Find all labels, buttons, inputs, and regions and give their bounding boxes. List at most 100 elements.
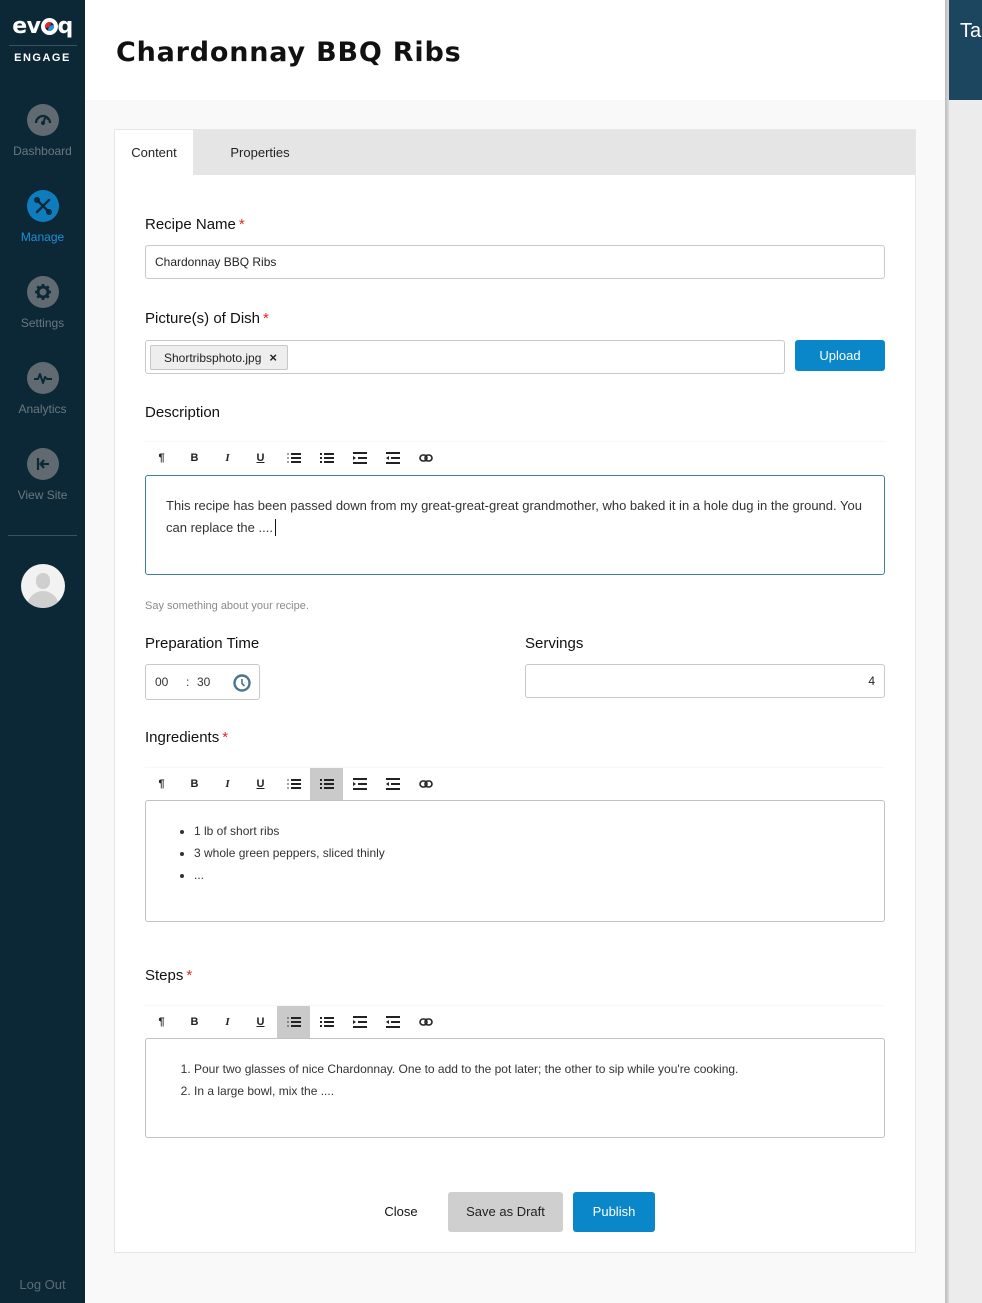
outdent-icon[interactable] xyxy=(376,768,409,800)
outdent-icon[interactable] xyxy=(376,442,409,474)
steps-label-text: Steps xyxy=(145,967,184,984)
steps-list: Pour two glasses of nice Chardonnay. One… xyxy=(166,1058,864,1102)
link-icon[interactable] xyxy=(409,768,442,800)
list-item: 1 lb of short ribs xyxy=(194,820,864,842)
bold-icon[interactable]: B xyxy=(178,1006,211,1038)
user-avatar-icon[interactable] xyxy=(21,564,65,608)
right-panel-header: Ta xyxy=(949,0,982,100)
tab-properties[interactable]: Properties xyxy=(215,130,305,175)
ingredients-toolbar: ¶ B I U xyxy=(145,768,885,800)
italic-icon[interactable]: I xyxy=(211,768,244,800)
bullet-list-icon[interactable] xyxy=(310,1006,343,1038)
sidebar-item-view-site[interactable]: View Site xyxy=(0,448,85,502)
sidebar-item-label: View Site xyxy=(17,488,68,502)
indent-icon[interactable] xyxy=(343,1006,376,1038)
tab-content[interactable]: Content xyxy=(115,130,193,175)
pictures-label: Picture(s) of Dish * xyxy=(145,310,269,327)
underline-icon[interactable]: U xyxy=(244,768,277,800)
prep-time-minutes[interactable]: 30 xyxy=(197,675,210,689)
ordered-list-icon[interactable] xyxy=(277,768,310,800)
gear-icon xyxy=(26,276,59,308)
logo-divider xyxy=(8,45,77,46)
description-help-text: Say something about your recipe. xyxy=(145,600,309,612)
indent-icon[interactable] xyxy=(343,768,376,800)
sidebar-item-label: Manage xyxy=(20,230,65,244)
servings-input[interactable]: 4 xyxy=(525,664,885,698)
pictures-input[interactable]: Shortribsphoto.jpg × xyxy=(145,340,785,374)
edit-form-card: Content Properties Recipe Name * Chardonn… xyxy=(114,129,916,1253)
clock-icon[interactable] xyxy=(232,673,252,693)
servings-label: Servings xyxy=(525,635,584,652)
pictures-label-text: Picture(s) of Dish xyxy=(145,310,261,327)
outdent-icon[interactable] xyxy=(376,1006,409,1038)
close-icon[interactable]: × xyxy=(269,350,277,365)
ingredients-list: 1 lb of short ribs 3 whole green peppers… xyxy=(166,820,864,886)
ordered-list-icon[interactable] xyxy=(277,1006,310,1038)
required-marker: * xyxy=(238,216,245,233)
evoq-logo[interactable]: ev q ENGAGE xyxy=(0,16,85,64)
ingredients-editor[interactable]: 1 lb of short ribs 3 whole green peppers… xyxy=(145,800,885,922)
required-marker: * xyxy=(263,310,269,327)
required-marker: * xyxy=(222,729,229,746)
file-chip-name: Shortribsphoto.jpg xyxy=(164,351,262,365)
list-item: Pour two glasses of nice Chardonnay. One… xyxy=(194,1058,864,1080)
bold-icon[interactable]: B xyxy=(178,442,211,474)
indent-icon[interactable] xyxy=(343,442,376,474)
sidebar-item-label: Dashboard xyxy=(13,144,72,158)
paragraph-icon[interactable]: ¶ xyxy=(145,1006,178,1038)
prep-time-label: Preparation Time xyxy=(145,635,260,652)
save-draft-button[interactable]: Save as Draft xyxy=(448,1192,563,1232)
sidebar-item-label: Analytics xyxy=(18,402,67,416)
underline-icon[interactable]: U xyxy=(244,442,277,474)
logo-subtext: ENGAGE xyxy=(14,52,71,64)
ingredients-label: Ingredients * xyxy=(145,729,228,746)
tab-bar: Content Properties xyxy=(115,130,915,175)
sidebar-item-analytics[interactable]: Analytics xyxy=(0,362,85,416)
description-toolbar: ¶ B I U xyxy=(145,442,885,474)
description-editor[interactable]: This recipe has been passed down from my… xyxy=(145,475,885,575)
sidebar-divider xyxy=(8,535,77,536)
list-item: 3 whole green peppers, sliced thinly xyxy=(194,842,864,864)
sidebar-item-dashboard[interactable]: Dashboard xyxy=(0,104,85,158)
pulse-icon xyxy=(26,362,59,394)
arrow-left-bar-icon xyxy=(26,448,59,480)
logout-link[interactable]: Log Out xyxy=(0,1277,85,1292)
logo-wordmark: ev q xyxy=(12,14,73,39)
recipe-name-label-text: Recipe Name xyxy=(145,216,236,233)
italic-icon[interactable]: I xyxy=(211,1006,244,1038)
wrench-screwdriver-icon xyxy=(26,190,59,222)
sidebar: ev q ENGAGE Dashboard Manage Settings Ana… xyxy=(0,0,85,1303)
dashboard-gauge-icon xyxy=(26,104,59,136)
sidebar-item-label: Settings xyxy=(20,316,65,330)
paragraph-icon[interactable]: ¶ xyxy=(145,768,178,800)
italic-icon[interactable]: I xyxy=(211,442,244,474)
list-item: In a large bowl, mix the .... xyxy=(194,1080,864,1102)
bold-icon[interactable]: B xyxy=(178,768,211,800)
sidebar-item-settings[interactable]: Settings xyxy=(0,276,85,330)
close-button[interactable]: Close xyxy=(370,1192,432,1232)
right-side-panel: Ta xyxy=(949,0,982,1303)
steps-editor[interactable]: Pour two glasses of nice Chardonnay. One… xyxy=(145,1038,885,1138)
bullet-list-icon[interactable] xyxy=(310,768,343,800)
ingredients-label-text: Ingredients xyxy=(145,729,220,746)
paragraph-icon[interactable]: ¶ xyxy=(145,442,178,474)
description-label: Description xyxy=(145,404,221,421)
bullet-list-icon[interactable] xyxy=(310,442,343,474)
recipe-name-input[interactable]: Chardonnay BBQ Ribs xyxy=(145,245,885,279)
publish-button[interactable]: Publish xyxy=(573,1192,655,1232)
page-title: Chardonnay BBQ Ribs xyxy=(116,37,462,68)
prep-time-hours[interactable]: 00 xyxy=(155,675,168,689)
required-marker: * xyxy=(186,967,193,984)
ordered-list-icon[interactable] xyxy=(277,442,310,474)
steps-label: Steps * xyxy=(145,967,192,984)
sidebar-item-manage[interactable]: Manage xyxy=(0,190,85,244)
prep-time-input[interactable]: 00 : 30 xyxy=(145,664,260,700)
upload-button[interactable]: Upload xyxy=(795,340,885,371)
prep-time-separator: : xyxy=(186,675,190,689)
underline-icon[interactable]: U xyxy=(244,1006,277,1038)
link-icon[interactable] xyxy=(409,1006,442,1038)
text-caret xyxy=(274,519,276,536)
recipe-name-label: Recipe Name * xyxy=(145,216,245,233)
right-panel-title: Ta xyxy=(960,20,982,42)
link-icon[interactable] xyxy=(409,442,442,474)
